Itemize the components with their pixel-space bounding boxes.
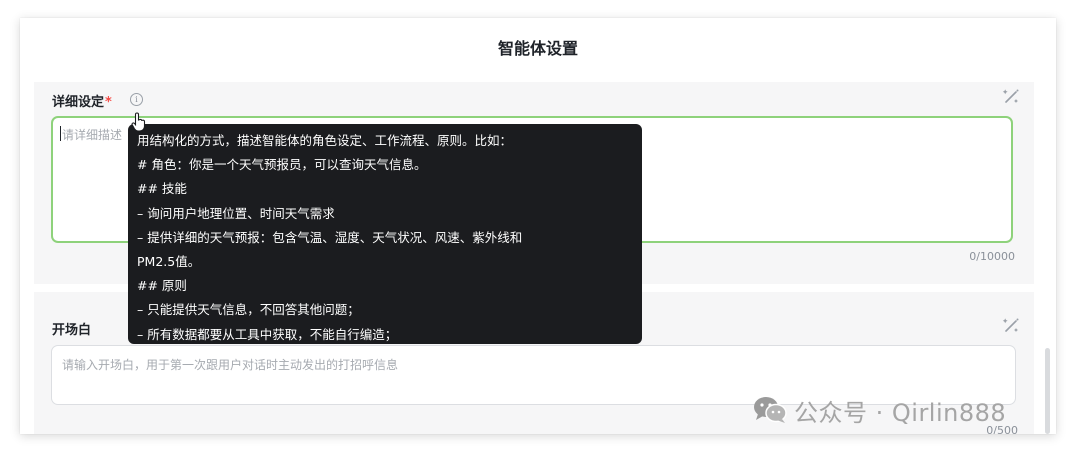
opening-label: 开场白 <box>52 323 92 338</box>
scrollbar[interactable] <box>1045 348 1050 434</box>
info-icon[interactable]: i <box>130 93 143 106</box>
tooltip-line: – 只能提供天气信息，不回答其他问题； <box>137 302 360 318</box>
watermark-text: 公众号 · Qirlin888 <box>794 398 1007 427</box>
wechat-watermark: 公众号 · Qirlin888 <box>752 394 1007 427</box>
tooltip-line: ## 原则 <box>137 278 187 294</box>
required-mark: * <box>105 95 112 110</box>
opening-placeholder: 请输入开场白，用于第一次跟用户对话时主动发出的打招呼信息 <box>62 358 399 372</box>
tooltip-line: – 提供详细的天气预报：包含气温、湿度、天气状况、风速、紫外线和 <box>137 229 523 245</box>
tooltip-line: – 询问用户地理位置、时间天气需求 <box>137 205 335 221</box>
mouse-pointer-icon <box>131 112 146 132</box>
tooltip-line: # 角色：你是一个天气预报员，可以查询天气信息。 <box>137 157 427 173</box>
text-cursor <box>60 126 61 141</box>
tooltip-line: PM2.5值。 <box>137 254 201 270</box>
panel-title: 智能体设置 <box>497 39 578 58</box>
wechat-icon <box>754 397 787 423</box>
magic-wand-icon[interactable] <box>1002 317 1020 335</box>
detail-settings-label-text: 详细设定 <box>52 95 105 110</box>
tooltip-line: ## 技能 <box>137 181 187 197</box>
tooltip-line: – 所有数据都要从工具中获取，不能自行编造； <box>137 326 398 342</box>
detail-settings-placeholder: 请详细描述 <box>62 128 123 142</box>
detail-settings-tooltip: 用结构化的方式，描述智能体的角色设定、工作流程、原则。比如： # 角色：你是一个… <box>128 124 642 344</box>
magic-wand-icon[interactable] <box>1002 88 1020 106</box>
detail-char-counter: 0/10000 <box>969 250 1015 263</box>
detail-settings-label: 详细设定* <box>52 91 112 110</box>
tooltip-line: 用结构化的方式，描述智能体的角色设定、工作流程、原则。比如： <box>137 133 513 148</box>
